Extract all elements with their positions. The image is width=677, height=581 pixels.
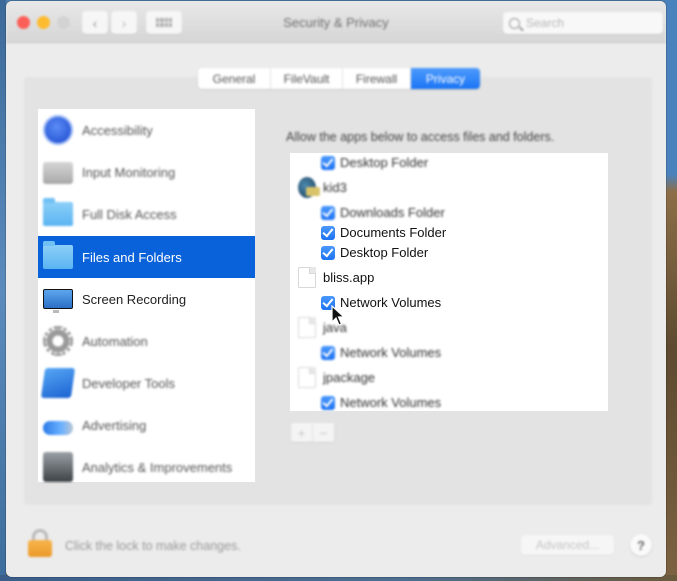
developer-tools-icon bbox=[40, 368, 76, 398]
sidebar-item-analytics[interactable]: Analytics & Improvements bbox=[38, 446, 255, 488]
sidebar-item-label: Input Monitoring bbox=[82, 164, 176, 180]
checkbox-checked[interactable] bbox=[321, 155, 335, 170]
display-stand-icon bbox=[53, 310, 59, 313]
sidebar-item-label: Files and Folders bbox=[82, 249, 182, 265]
checkbox-checked[interactable] bbox=[321, 345, 335, 360]
folder-icon bbox=[43, 241, 73, 269]
list-item: Network Volumes bbox=[290, 390, 608, 411]
sidebar-item-label: Advertising bbox=[82, 417, 147, 433]
title-bar: ‹ › Security & Privacy Search bbox=[6, 1, 666, 43]
tab-general[interactable]: General bbox=[198, 68, 271, 89]
search-field[interactable]: Search bbox=[503, 12, 663, 34]
sidebar-item-full-disk-access[interactable]: Full Disk Access bbox=[38, 193, 255, 235]
privacy-category-list: Accessibility Input Monitoring Full Disk… bbox=[38, 109, 255, 482]
tab-privacy[interactable]: Privacy bbox=[411, 68, 480, 89]
lock-button[interactable] bbox=[28, 529, 52, 557]
checkbox-checked[interactable] bbox=[321, 245, 335, 260]
search-icon bbox=[509, 17, 520, 29]
list-item: jpackage bbox=[290, 365, 608, 390]
sidebar-item-label: Full Disk Access bbox=[82, 206, 177, 222]
search-placeholder: Search bbox=[526, 16, 565, 30]
list-item: Desktop Folder bbox=[290, 153, 608, 175]
sidebar-item-label: Accessibility bbox=[82, 122, 153, 138]
accessibility-icon bbox=[43, 115, 73, 145]
list-item: bliss.app bbox=[290, 265, 608, 290]
permission-label: Network Volumes bbox=[340, 295, 442, 310]
permission-label: Network Volumes bbox=[340, 345, 442, 360]
permission-label: Documents Folder bbox=[340, 225, 447, 240]
checkbox-checked[interactable] bbox=[321, 225, 335, 240]
advanced-button[interactable]: Advanced... bbox=[521, 535, 614, 555]
sidebar-item-screen-recording[interactable]: Screen Recording bbox=[38, 278, 255, 320]
sidebar-item-label: Screen Recording bbox=[82, 291, 187, 307]
sidebar-item-label: Analytics & Improvements bbox=[82, 459, 233, 475]
sidebar-item-advertising[interactable]: Advertising bbox=[38, 404, 255, 446]
keyboard-icon bbox=[43, 162, 73, 184]
permission-label: Desktop Folder bbox=[340, 155, 429, 170]
sidebar-item-files-and-folders[interactable]: Files and Folders bbox=[38, 236, 255, 278]
add-remove-control: + − bbox=[291, 423, 335, 442]
document-icon bbox=[298, 267, 316, 288]
app-name: bliss.app bbox=[323, 270, 375, 285]
desktop-background bbox=[665, 0, 677, 581]
sidebar-item-label: Automation bbox=[82, 333, 148, 349]
permission-label: Downloads Folder bbox=[340, 205, 445, 220]
gear-icon bbox=[43, 326, 73, 356]
megaphone-icon bbox=[43, 421, 73, 435]
permission-label: Network Volumes bbox=[340, 395, 442, 410]
lock-hint-text: Click the lock to make changes. bbox=[65, 539, 241, 553]
display-icon bbox=[43, 289, 73, 309]
list-item: kid3 bbox=[290, 175, 608, 200]
tab-firewall[interactable]: Firewall bbox=[343, 68, 411, 89]
kid3-app-icon bbox=[298, 177, 320, 198]
remove-button[interactable]: − bbox=[313, 423, 335, 442]
permission-label: Desktop Folder bbox=[340, 245, 429, 260]
sidebar-item-label: Developer Tools bbox=[82, 375, 175, 391]
document-icon bbox=[298, 317, 316, 338]
document-icon bbox=[298, 367, 316, 388]
tab-filevault[interactable]: FileVault bbox=[271, 68, 343, 89]
add-button[interactable]: + bbox=[291, 423, 313, 442]
app-name: kid3 bbox=[323, 180, 347, 195]
checkbox-checked[interactable] bbox=[321, 205, 335, 220]
analytics-icon bbox=[43, 452, 73, 482]
list-item: Network Volumes bbox=[290, 340, 608, 365]
sidebar-item-automation[interactable]: Automation bbox=[38, 320, 255, 362]
sidebar-item-accessibility[interactable]: Accessibility bbox=[38, 109, 255, 151]
sidebar-item-developer-tools[interactable]: Developer Tools bbox=[38, 362, 255, 404]
help-button[interactable]: ? bbox=[630, 534, 652, 556]
list-item: Desktop Folder bbox=[290, 240, 608, 265]
tab-bar: General FileVault Firewall Privacy bbox=[198, 68, 480, 89]
folder-icon bbox=[43, 198, 73, 226]
sidebar-item-input-monitoring[interactable]: Input Monitoring bbox=[38, 151, 255, 193]
checkbox-checked[interactable] bbox=[321, 395, 335, 410]
app-permission-list[interactable]: Desktop Folder kid3 Downloads Folder Doc… bbox=[290, 153, 608, 411]
description-text: Allow the apps below to access files and… bbox=[286, 130, 555, 144]
app-name: jpackage bbox=[323, 370, 376, 385]
